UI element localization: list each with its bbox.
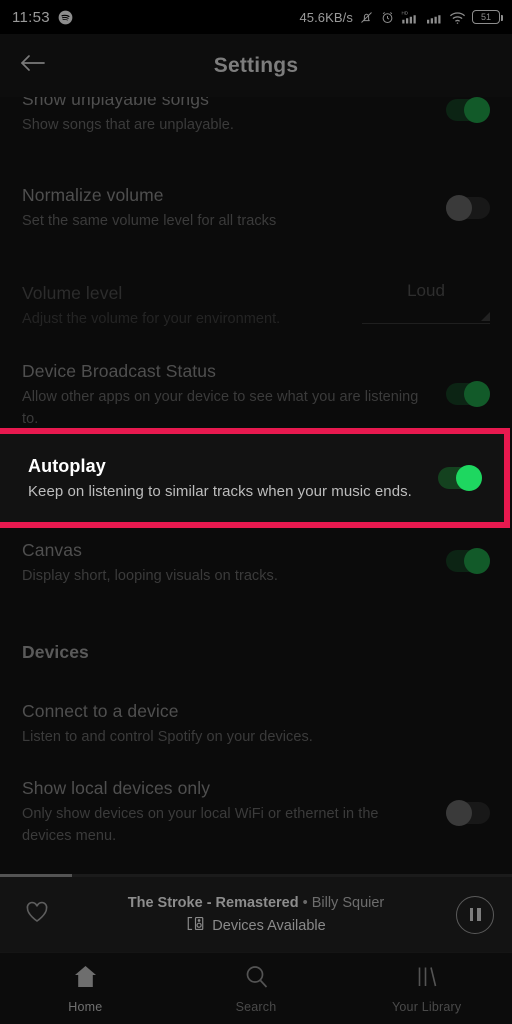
nav-item-home[interactable]: Home [0, 953, 171, 1024]
setting-subtitle: Adjust the volume for your environment. [22, 311, 281, 327]
toggle-wrap [438, 776, 490, 826]
row-texts: Normalize volume Set the same volume lev… [22, 183, 438, 232]
setting-subtitle: Allow other apps on your device to see w… [22, 389, 419, 427]
library-icon [413, 964, 440, 995]
section-heading-devices: Devices [22, 642, 89, 662]
wifi-icon [449, 10, 466, 25]
devices-available-text: Devices Available [212, 917, 326, 934]
setting-title: Device Broadcast Status [22, 361, 216, 381]
toggle-wrap [438, 538, 490, 574]
setting-title: Autoplay [28, 455, 106, 476]
network-speed-indicator: 45.6KB/s [299, 9, 353, 25]
setting-subtitle: Set the same volume level for all tracks [22, 213, 277, 229]
back-button[interactable] [10, 43, 56, 89]
toggle-canvas[interactable] [446, 548, 490, 574]
status-clock: 11:53 [12, 8, 50, 26]
setting-title: Normalize volume [22, 185, 164, 205]
toggle-wrap [438, 359, 490, 407]
setting-title: Connect to a device [22, 701, 179, 721]
setting-row-connect-to-a-device[interactable]: Connect to a device Listen to and contro… [0, 699, 512, 749]
volume-level-select[interactable]: Loud [362, 281, 490, 324]
toggle-normalize-volume[interactable] [446, 195, 490, 221]
page-title: Settings [213, 53, 299, 77]
row-texts: Canvas Display short, looping visuals on… [22, 538, 438, 587]
setting-title: Volume level [22, 283, 123, 303]
setting-row-show-local-devices-only[interactable]: Show local devices only Only show device… [0, 776, 512, 847]
nav-item-your-library[interactable]: Your Library [341, 953, 512, 1024]
setting-row-show-unplayable-songs[interactable]: Show unplayable songs Show songs that ar… [0, 97, 512, 137]
setting-row-autoplay[interactable]: Autoplay Keep on listening to similar tr… [0, 434, 504, 522]
volume-level-value: Loud [407, 281, 445, 300]
status-bar-left: 11:53 [12, 9, 73, 26]
toggle-device-broadcast-status[interactable] [446, 381, 490, 407]
row-texts: Connect to a device Listen to and contro… [22, 699, 490, 748]
toggle-autoplay[interactable] [438, 465, 482, 491]
dropdown-caret-icon [481, 312, 490, 321]
separator-dot: • [302, 894, 308, 911]
now-playing-title-line: The Stroke - Remastered • Billy Squier [74, 893, 438, 913]
toggle-show-local-devices-only[interactable] [446, 800, 490, 826]
setting-subtitle: Keep on listening to similar tracks when… [28, 482, 412, 500]
nav-label-home: Home [68, 999, 103, 1014]
app-header: Settings [0, 34, 512, 97]
highlight-box-autoplay: Autoplay Keep on listening to similar tr… [0, 428, 510, 528]
setting-subtitle: Only show devices on your local WiFi or … [22, 806, 379, 844]
search-icon [243, 964, 270, 995]
setting-subtitle: Listen to and control Spotify on your de… [22, 729, 313, 745]
toggle-show-unplayable-songs[interactable] [446, 97, 490, 123]
setting-title: Show unplayable songs [22, 97, 209, 109]
toggle-wrap [430, 465, 482, 491]
setting-row-normalize-volume[interactable]: Normalize volume Set the same volume lev… [0, 183, 512, 233]
alarm-clock-icon [380, 10, 395, 25]
devices-available-row[interactable]: Devices Available [74, 915, 438, 937]
row-texts: Show unplayable songs Show songs that ar… [22, 97, 438, 136]
status-bar-right: 45.6KB/s HD 51 [299, 9, 503, 25]
setting-title: Canvas [22, 540, 82, 560]
setting-subtitle: Display short, looping visuals on tracks… [22, 568, 278, 584]
now-playing-bar[interactable]: The Stroke - Remastered • Billy Squier D… [0, 874, 512, 952]
setting-title: Show local devices only [22, 778, 211, 798]
back-arrow-icon [20, 52, 46, 79]
artist-name: Billy Squier [311, 894, 385, 911]
row-texts: Volume level Adjust the volume for your … [22, 281, 362, 330]
battery-indicator: 51 [472, 10, 503, 24]
setting-row-device-broadcast-status[interactable]: Device Broadcast Status Allow other apps… [0, 359, 512, 430]
cast-devices-icon [186, 915, 205, 937]
row-texts: Device Broadcast Status Allow other apps… [22, 359, 438, 430]
play-pause-button[interactable] [438, 895, 512, 934]
home-icon [72, 964, 99, 995]
heart-outline-icon [24, 900, 50, 929]
setting-row-volume-level: Volume level Adjust the volume for your … [0, 281, 512, 331]
spotify-settings-screen: 11:53 45.6KB/s HD 51 Settings Show unpla… [0, 0, 512, 1024]
like-button[interactable] [0, 900, 74, 929]
nav-label-your-library: Your Library [392, 999, 462, 1014]
pause-circle-icon [456, 895, 494, 934]
row-texts: Autoplay Keep on listening to similar tr… [28, 454, 430, 503]
now-playing-content: The Stroke - Remastered • Billy Squier D… [0, 877, 512, 952]
spotify-logo-icon [58, 10, 73, 25]
setting-row-canvas[interactable]: Canvas Display short, looping visuals on… [0, 538, 512, 588]
toggle-wrap [438, 183, 490, 221]
nav-label-search: Search [235, 999, 277, 1014]
status-bar: 11:53 45.6KB/s HD 51 [0, 0, 512, 34]
toggle-wrap [438, 97, 490, 123]
setting-subtitle: Show songs that are unplayable. [22, 117, 234, 133]
battery-level-text: 51 [480, 11, 491, 22]
row-texts: Show local devices only Only show device… [22, 776, 438, 847]
hd-signal-icon: HD [401, 10, 420, 25]
notifications-off-icon [359, 10, 374, 25]
svg-text:HD: HD [402, 10, 409, 15]
now-playing-info[interactable]: The Stroke - Remastered • Billy Squier D… [74, 893, 438, 937]
signal-bars-icon [426, 10, 443, 25]
bottom-navigation: Home Search Your Library [0, 952, 512, 1024]
track-name: The Stroke - Remastered [127, 894, 299, 911]
nav-item-search[interactable]: Search [171, 953, 342, 1024]
